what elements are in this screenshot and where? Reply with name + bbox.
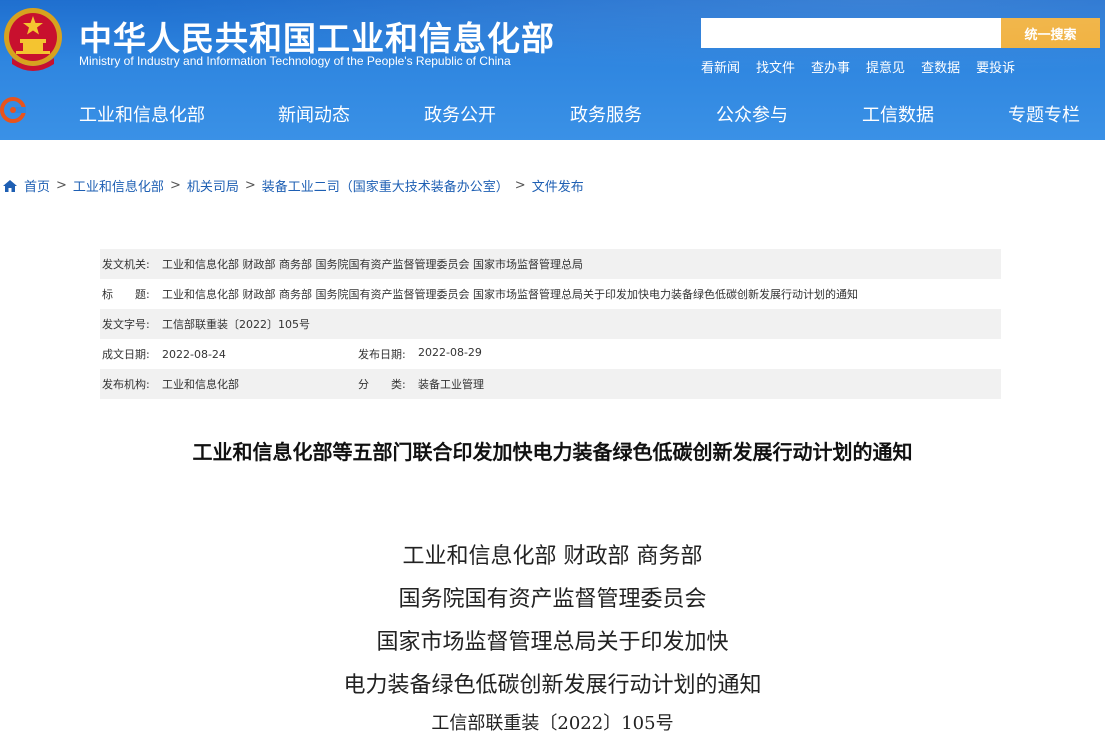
- nav-item-public-affairs[interactable]: 政务公开: [424, 101, 496, 127]
- search-input[interactable]: [701, 18, 1001, 48]
- meta-label: 发布机构:: [102, 378, 150, 391]
- quick-link-services[interactable]: 查办事: [811, 57, 850, 76]
- meta-col-category: 分 类: 装备工业管理: [356, 376, 484, 392]
- quick-link-news[interactable]: 看新闻: [701, 57, 740, 76]
- meta-label: 发文机关:: [102, 258, 150, 271]
- breadcrumb-equipment-dept[interactable]: 装备工业二司（国家重大技术装备办公室）: [262, 176, 509, 195]
- document-heading-line: 电力装备绿色低碳创新发展行动计划的通知: [343, 673, 762, 698]
- site-title: 中华人民共和国工业和信息化部: [79, 19, 555, 58]
- document-number: 工信部联重装〔2022〕105号: [431, 713, 674, 733]
- meta-value-doc-no: 工信部联重装〔2022〕105号: [162, 318, 310, 331]
- nav-item-data[interactable]: 工信数据: [862, 101, 934, 127]
- nav-logo-icon[interactable]: [0, 97, 26, 123]
- meta-row-dates: 成文日期: 2022-08-24 发布日期: 2022-08-29: [100, 339, 1001, 369]
- breadcrumb-file-release[interactable]: 文件发布: [532, 176, 584, 195]
- quick-link-files[interactable]: 找文件: [756, 57, 795, 76]
- breadcrumb-home[interactable]: 首页: [24, 176, 50, 195]
- nav-item-topics[interactable]: 专题专栏: [1008, 101, 1080, 127]
- nav-item-news[interactable]: 新闻动态: [278, 101, 350, 127]
- nav-item-services[interactable]: 政务服务: [570, 101, 642, 127]
- breadcrumb-miit[interactable]: 工业和信息化部: [73, 176, 164, 195]
- meta-value-issuer: 工业和信息化部 财政部 商务部 国务院国有资产监督管理委员会 国家市场监督管理总…: [162, 258, 583, 271]
- site-subtitle: Ministry of Industry and Information Tec…: [79, 54, 511, 68]
- quick-links: 看新闻 找文件 查办事 提意见 查数据 要投诉: [701, 57, 1015, 76]
- nav-item-miit[interactable]: 工业和信息化部: [79, 101, 205, 127]
- meta-row-title: 标 题: 工业和信息化部 财政部 商务部 国务院国有资产监督管理委员会 国家市场…: [100, 279, 1001, 309]
- meta-label: 标 题:: [102, 288, 150, 301]
- breadcrumb-departments[interactable]: 机关司局: [187, 176, 239, 195]
- site-header: 中华人民共和国工业和信息化部 Ministry of Industry and …: [0, 0, 1105, 140]
- meta-row-doc-no: 发文字号: 工信部联重装〔2022〕105号: [100, 309, 1001, 339]
- meta-value-org: 工业和信息化部: [162, 378, 239, 391]
- meta-value-created: 2022-08-24: [162, 347, 226, 361]
- main-nav: 工业和信息化部 新闻动态 政务公开 政务服务 公众参与 工信数据 专题专栏: [0, 85, 1105, 137]
- breadcrumb-separator: >: [244, 178, 256, 193]
- national-emblem-icon: [4, 8, 62, 71]
- document-meta-table: 发文机关: 工业和信息化部 财政部 商务部 国务院国有资产监督管理委员会 国家市…: [100, 249, 1001, 399]
- home-icon: [3, 179, 17, 192]
- quick-link-feedback[interactable]: 提意见: [866, 57, 905, 76]
- meta-label: 发布日期:: [358, 348, 406, 361]
- meta-col-published: 发布日期: 2022-08-29: [356, 346, 482, 362]
- document-heading-line: 国家市场监督管理总局关于印发加快: [376, 630, 729, 655]
- meta-label: 分 类:: [358, 378, 406, 391]
- breadcrumb-separator: >: [56, 178, 67, 193]
- article-title: 工业和信息化部等五部门联合印发加快电力装备绿色低碳创新发展行动计划的通知: [192, 440, 913, 464]
- meta-value-category: 装备工业管理: [418, 378, 484, 391]
- meta-value-title: 工业和信息化部 财政部 商务部 国务院国有资产监督管理委员会 国家市场监督管理总…: [162, 288, 858, 301]
- breadcrumb: 首页 > 工业和信息化部 > 机关司局 > 装备工业二司（国家重大技术装备办公室…: [2, 176, 584, 195]
- document-heading-line: 工业和信息化部 财政部 商务部: [402, 544, 703, 569]
- breadcrumb-separator: >: [169, 178, 181, 193]
- quick-link-complaint[interactable]: 要投诉: [976, 57, 1015, 76]
- nav-item-participation[interactable]: 公众参与: [716, 101, 788, 127]
- search-button[interactable]: 统一搜索: [1001, 18, 1100, 48]
- meta-row-org: 发布机构: 工业和信息化部 分 类: 装备工业管理: [100, 369, 1001, 399]
- quick-link-data[interactable]: 查数据: [921, 57, 960, 76]
- meta-value-published: 2022-08-29: [418, 346, 482, 359]
- meta-label: 发文字号:: [102, 318, 150, 331]
- meta-row-issuer: 发文机关: 工业和信息化部 财政部 商务部 国务院国有资产监督管理委员会 国家市…: [100, 249, 1001, 279]
- meta-label: 成文日期:: [102, 348, 150, 361]
- document-heading-line: 国务院国有资产监督管理委员会: [398, 587, 707, 612]
- breadcrumb-separator: >: [514, 178, 526, 193]
